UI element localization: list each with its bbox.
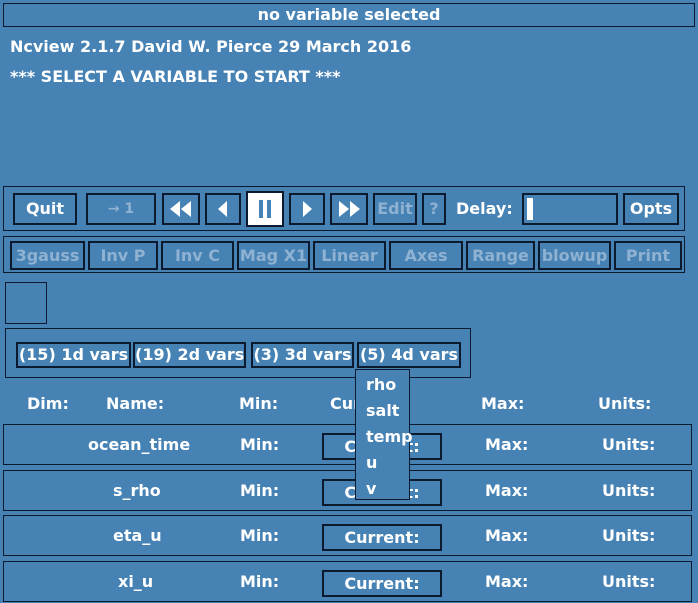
dim-units: Units:: [602, 481, 656, 500]
min-header: Min:: [239, 394, 279, 413]
control-panel: Quit → 1 Edit ? Delay: Opts: [3, 186, 685, 231]
pause-icon: [259, 200, 271, 218]
dim-current-button[interactable]: Current:: [322, 570, 442, 597]
step-forward-button[interactable]: [289, 193, 325, 225]
step-forward-icon: [303, 201, 312, 217]
var-group-2d-button[interactable]: (19) 2d vars: [133, 342, 246, 368]
delay-label: Delay:: [456, 199, 513, 218]
opts-button[interactable]: Opts: [623, 193, 679, 225]
var-group-4d-button[interactable]: (5) 4d vars: [357, 342, 461, 368]
step-back-button[interactable]: [205, 193, 241, 225]
menu-item-temp[interactable]: temp: [366, 427, 413, 446]
dim-min: Min:: [240, 526, 280, 545]
menu-item-salt[interactable]: salt: [366, 401, 399, 420]
fast-forward-button[interactable]: [330, 193, 368, 225]
3gauss-button[interactable]: 3gauss: [10, 241, 85, 270]
dim-max: Max:: [485, 435, 529, 454]
var-group-1d-button[interactable]: (15) 1d vars: [16, 342, 131, 368]
dim-row-eta-u: eta_u Min: Current: Max: Units:: [3, 515, 692, 556]
4d-vars-popup-menu: rho salt temp u v: [355, 369, 413, 500]
dim-units: Units:: [602, 526, 656, 545]
version-text: Ncview 2.1.7 David W. Pierce 29 March 20…: [10, 37, 412, 56]
dim-max: Max:: [485, 572, 529, 591]
blowup-button[interactable]: blowup: [538, 241, 611, 270]
axes-button[interactable]: Axes: [389, 241, 463, 270]
fast-forward-icon: [339, 201, 360, 217]
mag-button[interactable]: Mag X1: [237, 241, 310, 270]
dim-min: Min:: [240, 572, 280, 591]
max-header: Max:: [481, 394, 525, 413]
dim-min: Min:: [240, 481, 280, 500]
dim-header: Dim:: [27, 394, 69, 413]
dim-min: Min:: [240, 435, 280, 454]
name-header: Name:: [106, 394, 165, 413]
fast-rewind-icon: [170, 201, 191, 217]
units-header: Units:: [598, 394, 652, 413]
quit-button[interactable]: Quit: [13, 193, 77, 225]
dim-name: eta_u: [113, 526, 162, 545]
help-button[interactable]: ?: [422, 193, 446, 225]
display-options-panel: 3gauss Inv P Inv C Mag X1 Linear Axes Ra…: [3, 236, 685, 273]
window-title: no variable selected: [3, 3, 695, 27]
dim-units: Units:: [602, 435, 656, 454]
dim-max: Max:: [485, 526, 529, 545]
dim-row-xi-u: xi_u Min: Current: Max: Units:: [3, 561, 692, 602]
dim-row-s-rho: s_rho Min: Current: Max: Units:: [3, 470, 692, 511]
dim-max: Max:: [485, 481, 529, 500]
dim-name: s_rho: [113, 481, 161, 500]
goto-first-button[interactable]: → 1: [86, 193, 156, 225]
inv-c-button[interactable]: Inv C: [161, 241, 234, 270]
dim-current-button[interactable]: Current:: [322, 524, 442, 551]
dim-name: xi_u: [118, 572, 154, 591]
inv-p-button[interactable]: Inv P: [88, 241, 158, 270]
menu-item-u[interactable]: u: [366, 453, 377, 472]
dim-row-ocean-time: ocean_time Min: Current: Max: Units:: [3, 424, 692, 465]
delay-slider-thumb[interactable]: [527, 198, 533, 220]
prompt-text: *** SELECT A VARIABLE TO START ***: [10, 67, 341, 86]
range-button[interactable]: Range: [466, 241, 535, 270]
fast-rewind-button[interactable]: [162, 193, 200, 225]
menu-item-rho[interactable]: rho: [366, 375, 396, 394]
var-group-3d-button[interactable]: (3) 3d vars: [251, 342, 354, 368]
edit-button[interactable]: Edit: [373, 193, 417, 225]
colorbar-box: [5, 282, 47, 324]
dim-name: ocean_time: [88, 435, 191, 454]
delay-slider[interactable]: [522, 193, 618, 225]
pause-button[interactable]: [246, 191, 284, 227]
print-button[interactable]: Print: [614, 241, 682, 270]
menu-item-v[interactable]: v: [366, 479, 376, 498]
step-back-icon: [218, 201, 227, 217]
linear-button[interactable]: Linear: [313, 241, 386, 270]
dim-units: Units:: [602, 572, 656, 591]
